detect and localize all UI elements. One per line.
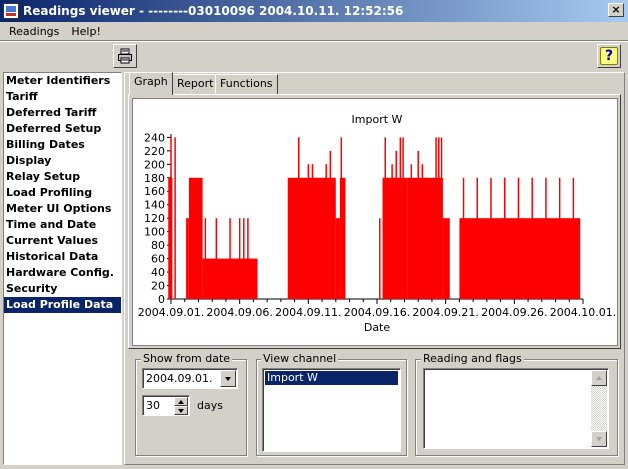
y-tick-label: 160 [144,185,165,198]
nav-item-time-and-date[interactable]: Time and Date [4,217,121,233]
days-up-button[interactable] [174,397,188,406]
chart-area: Import W 0 20 40 60 80 100 120 140 160 180 200 220 24… [132,98,618,346]
y-tick-label: 220 [144,145,165,158]
channel-item-import-w[interactable]: Import W [265,371,398,385]
days-down-button[interactable] [174,406,188,415]
nav-item-display[interactable]: Display [4,153,121,169]
days-label: days [197,399,223,412]
y-tick-label: 40 [151,266,165,279]
y-tick-label: 120 [144,212,165,225]
menu-readings[interactable]: Readings [0,25,65,38]
nav-item-deferred-tariff[interactable]: Deferred Tariff [4,105,121,121]
data-bar [442,218,450,299]
channel-list[interactable]: Import W [262,368,401,452]
printer-icon [118,48,132,64]
app-icon [3,3,19,19]
y-tick-label: 60 [151,253,165,266]
x-tick-label: 2004.09.01. [138,306,204,319]
reading-flags-box[interactable] [423,368,609,449]
tab-functions[interactable]: Functions [215,74,278,94]
nav-item-historical-data[interactable]: Historical Data [4,249,121,265]
view-channel-label: View channel [261,352,339,365]
x-tick-label: 2004.09.21. [412,306,478,319]
menu-help[interactable]: Help! [65,25,107,38]
arrow-up-icon [596,376,602,380]
data-bar [335,218,340,299]
arrow-down-icon [596,437,602,441]
nav-item-hardware-config[interactable]: Hardware Config. [4,265,121,281]
nav-item-load-profile-data[interactable]: Load Profile Data [4,297,121,313]
x-tick-label: 2004.10.01. [550,306,616,319]
nav-item-tariff[interactable]: Tariff [4,89,121,105]
data-bar [186,218,189,299]
nav-item-meter-identifiers[interactable]: Meter Identifiers [4,73,121,89]
arrow-up-icon [178,399,184,404]
help-button[interactable]: ? [597,44,621,68]
chart-title: Import W [352,113,403,126]
window-title: Readings viewer - --------03010096 2004.… [23,4,404,18]
reading-flags-label: Reading and flags [421,352,524,365]
nav-item-billing-dates[interactable]: Billing Dates [4,137,121,153]
section-list[interactable]: Meter Identifiers Tariff Deferred Tariff… [3,72,122,465]
date-dropdown[interactable]: 2004.09.01. [142,368,238,389]
date-value: 2004.09.01. [146,372,213,385]
arrow-down-icon [178,408,184,413]
toolbar: ? [0,40,628,70]
x-tick-label: 2004.09.11. [275,306,341,319]
nav-item-deferred-setup[interactable]: Deferred Setup [4,121,121,137]
y-tick-label: 80 [151,239,165,252]
chevron-down-icon [225,376,231,381]
help-icon: ? [600,47,618,65]
nav-item-load-profiling[interactable]: Load Profiling [4,185,121,201]
show-from-label: Show from date [141,352,233,365]
x-tick-label: 2004.09.26. [481,306,547,319]
title-bar: Readings viewer - --------03010096 2004.… [0,0,628,22]
y-tick-label: 20 [151,280,165,293]
y-tick-label: 200 [144,158,165,171]
close-button[interactable]: × [608,3,624,17]
x-tick-label: 2004.09.06. [206,306,272,319]
y-tick-label: 100 [144,226,165,239]
nav-item-security[interactable]: Security [4,281,121,297]
tab-graph[interactable]: Graph [129,72,173,95]
load-profile-chart: Import W 02040608010012014016018020022024… [138,113,616,334]
tab-graph-label: Graph [134,75,168,88]
y-tick-label: 140 [144,199,165,212]
date-dropdown-button[interactable] [220,370,236,387]
nav-item-meter-ui-options[interactable]: Meter UI Options [4,201,121,217]
nav-item-relay-setup[interactable]: Relay Setup [4,169,121,185]
print-button[interactable] [113,44,137,68]
y-tick-label: 240 [144,131,165,144]
nav-item-current-values[interactable]: Current Values [4,233,121,249]
tab-functions-label: Functions [220,77,273,90]
tab-report[interactable]: Report [172,74,219,94]
y-tick-label: 180 [144,172,165,185]
scroll-down-button[interactable] [591,431,607,447]
days-spin-field[interactable]: 30 [142,395,190,416]
days-value: 30 [146,399,160,412]
scroll-up-button[interactable] [591,370,607,386]
tab-report-label: Report [177,77,214,90]
data-bar [407,177,443,299]
menu-bar: Readings Help! [0,22,628,40]
x-axis-label: Date [364,321,391,334]
y-tick-label: 0 [158,293,165,306]
x-tick-label: 2004.09.16. [344,306,410,319]
